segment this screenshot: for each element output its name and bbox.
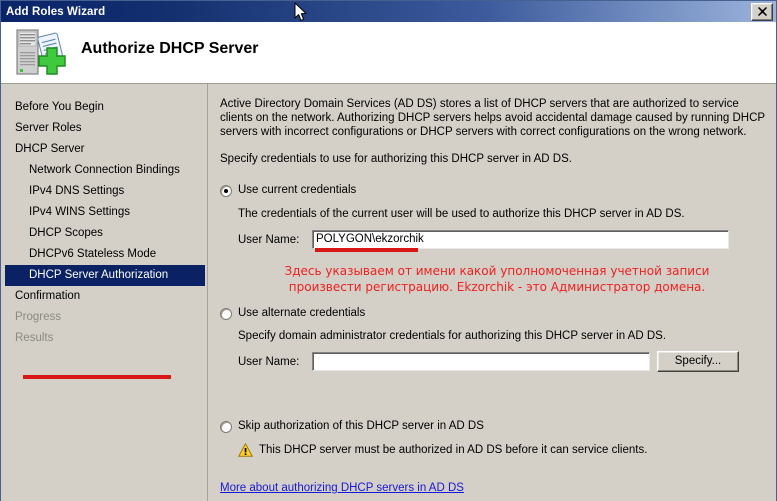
title-bar: Add Roles Wizard (1, 1, 776, 22)
server-with-plus-icon (16, 29, 66, 75)
header-band: Authorize DHCP Server (1, 22, 776, 84)
radio-skip-indicator (220, 421, 232, 433)
skip-warning-row: This DHCP server must be authorized in A… (238, 443, 647, 457)
radio-use-current-credentials[interactable]: Use current credentials (220, 184, 356, 197)
page-title: Authorize DHCP Server (81, 40, 259, 57)
warning-triangle-icon (238, 443, 253, 457)
dialog-body: Before You Begin Server Roles DHCP Serve… (1, 84, 776, 501)
content-pane: Active Directory Domain Services (AD DS)… (209, 84, 776, 501)
add-roles-wizard-window: Add Roles Wizard Authorize DHCP Server B… (0, 0, 777, 501)
current-username-input[interactable]: POLYGON\ekzorchik (312, 230, 729, 249)
annotation-line-2: произвести регистрацию. Ekzorchik - это … (288, 280, 706, 294)
sidebar-selected-underline-annotation (23, 375, 171, 379)
radio-skip-authorization[interactable]: Skip authorization of this DHCP server i… (220, 420, 484, 433)
alternate-username-label: User Name: (238, 356, 300, 368)
radio-current-indicator (220, 185, 232, 197)
radio-alternate-indicator (220, 308, 232, 320)
window-title: Add Roles Wizard (6, 5, 106, 18)
radio-alternate-label: Use alternate credentials (238, 307, 366, 319)
sidebar-item-before-you-begin[interactable]: Before You Begin (1, 97, 207, 118)
sidebar-item-dhcpv6-stateless-mode[interactable]: DHCPv6 Stateless Mode (1, 244, 207, 265)
radio-skip-label: Skip authorization of this DHCP server i… (238, 420, 484, 432)
radio-current-label: Use current credentials (238, 184, 357, 196)
sidebar-item-results: Results (15, 332, 54, 344)
skip-warning-text: This DHCP server must be authorized in A… (259, 444, 648, 456)
wizard-steps-sidebar: Before You Begin Server Roles DHCP Serve… (1, 84, 208, 501)
sidebar-item-ipv4-dns-settings[interactable]: IPv4 DNS Settings (1, 181, 207, 202)
current-username-label: User Name: (238, 234, 300, 246)
sidebar-item-network-connection-bindings[interactable]: Network Connection Bindings (1, 160, 207, 181)
close-button[interactable] (751, 2, 773, 21)
radio-use-alternate-credentials[interactable]: Use alternate credentials (220, 307, 365, 320)
sidebar-item-ipv4-wins-settings[interactable]: IPv4 WINS Settings (1, 202, 207, 223)
username-underline-annotation (315, 248, 418, 252)
sidebar-item-dhcp-server-authorization[interactable]: DHCP Server Authorization (5, 265, 205, 286)
sidebar-item-dhcp-server[interactable]: DHCP Server (1, 139, 207, 160)
sidebar-item-dhcp-scopes[interactable]: DHCP Scopes (1, 223, 207, 244)
more-about-authorizing-link[interactable]: More about authorizing DHCP servers in A… (220, 482, 464, 494)
close-icon (757, 7, 767, 16)
current-credentials-description: The credentials of the current user will… (238, 208, 685, 220)
annotation-line-1: Здесь указываем от имени какой уполномоч… (284, 264, 710, 278)
sidebar-item-server-roles[interactable]: Server Roles (1, 118, 207, 139)
alternate-credentials-description: Specify domain administrator credentials… (238, 330, 667, 342)
alternate-username-input[interactable] (312, 352, 650, 371)
sidebar-item-progress: Progress (15, 311, 62, 323)
intro-paragraph-1: Active Directory Domain Services (AD DS)… (220, 98, 765, 138)
intro-paragraph-2: Specify credentials to use for authorizi… (220, 153, 572, 165)
specify-button[interactable]: Specify... (657, 351, 739, 372)
sidebar-item-confirmation[interactable]: Confirmation (1, 286, 207, 307)
red-annotation-text: Здесь указываем от имени какой уполномоч… (232, 263, 762, 295)
